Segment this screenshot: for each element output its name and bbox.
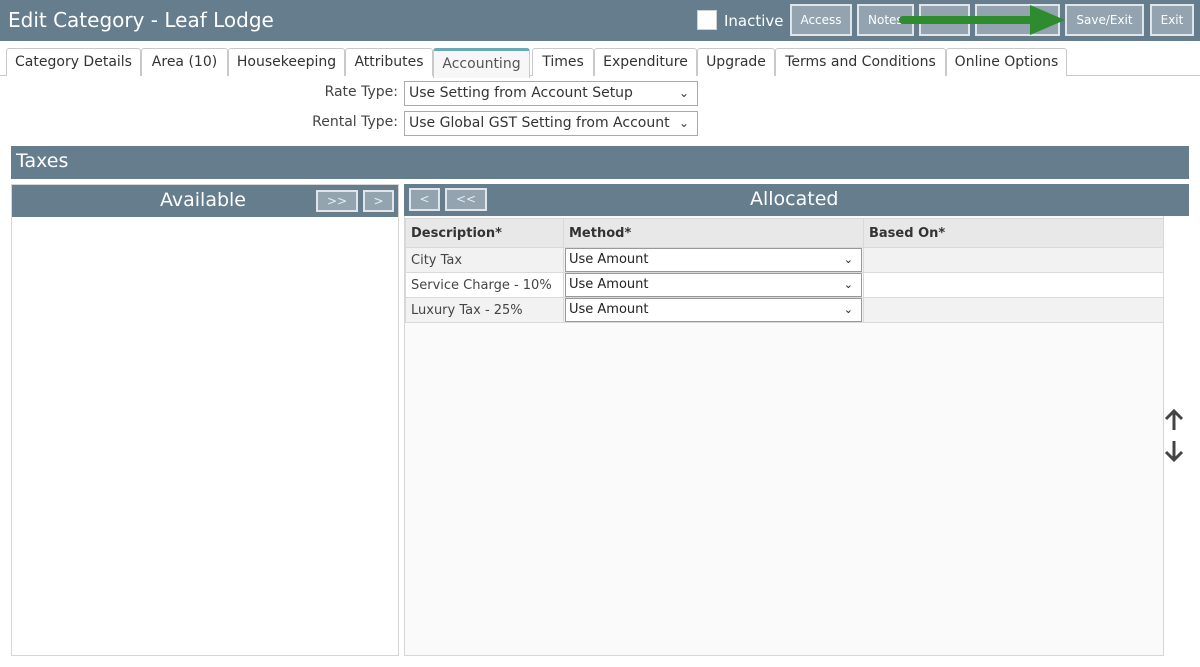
chevron-down-icon: ⌄ <box>676 112 689 134</box>
access-button[interactable]: Access <box>790 4 852 36</box>
method-cell: Use Amount ⌄ <box>563 297 864 323</box>
tab-accounting[interactable]: Accounting <box>433 48 530 78</box>
move-all-left-button[interactable]: << <box>445 188 487 211</box>
based-on-cell <box>863 247 1164 273</box>
table-header-row: Description* Method* Based On* <box>405 218 1164 248</box>
inactive-checkbox[interactable] <box>697 10 717 30</box>
method-select[interactable]: Use Amount ⌄ <box>565 298 862 322</box>
tab-category-details[interactable]: Category Details <box>6 48 141 76</box>
annotation-arrow-icon <box>899 5 1065 35</box>
tab-expenditure[interactable]: Expenditure <box>594 48 697 76</box>
method-cell: Use Amount ⌄ <box>563 272 864 298</box>
based-on-cell <box>863 272 1164 298</box>
available-panel: Available >> > <box>11 184 399 656</box>
chevron-down-icon: ⌄ <box>678 86 689 100</box>
tab-bar: Category Details Area (10) Housekeeping … <box>0 41 1200 78</box>
tab-times[interactable]: Times <box>532 48 594 76</box>
column-header-based-on: Based On* <box>863 218 1164 248</box>
allocated-taxes-table: Description* Method* Based On* City Tax … <box>405 218 1164 323</box>
tab-housekeeping[interactable]: Housekeeping <box>228 48 345 76</box>
method-value: Use Amount <box>569 277 649 292</box>
arrow-up-icon[interactable] <box>1163 408 1185 432</box>
rental-type-value: Use Global GST Setting from Account <box>409 115 670 131</box>
move-left-button[interactable]: < <box>409 188 440 211</box>
method-value: Use Amount <box>569 252 649 267</box>
move-right-button[interactable]: > <box>363 190 394 212</box>
rental-type-select[interactable]: Use Global GST Setting from Account ⌄ <box>404 111 698 136</box>
chevron-down-icon: ⌄ <box>843 303 853 316</box>
column-header-description: Description* <box>405 218 564 248</box>
tab-terms-and-conditions[interactable]: Terms and Conditions <box>775 48 946 76</box>
based-on-cell <box>863 297 1164 323</box>
taxes-section-header: Taxes <box>11 146 1189 179</box>
exit-button[interactable]: Exit <box>1150 4 1194 36</box>
allocated-title: Allocated <box>750 188 839 210</box>
tab-attributes[interactable]: Attributes <box>345 48 433 76</box>
rental-type-label: Rental Type: <box>312 114 398 130</box>
method-value: Use Amount <box>569 302 649 317</box>
table-row: Luxury Tax - 25% Use Amount ⌄ <box>405 297 1164 323</box>
method-select[interactable]: Use Amount ⌄ <box>565 248 862 272</box>
arrow-down-icon[interactable] <box>1163 439 1185 463</box>
inactive-label: Inactive <box>724 12 784 30</box>
rate-type-label: Rate Type: <box>324 84 398 100</box>
available-title: Available <box>160 189 247 211</box>
tab-online-options[interactable]: Online Options <box>946 48 1067 76</box>
method-select[interactable]: Use Amount ⌄ <box>565 273 862 297</box>
rate-type-value: Use Setting from Account Setup <box>409 85 633 101</box>
tax-description: Service Charge - 10% <box>405 272 564 298</box>
title-bar: Edit Category - Leaf Lodge Inactive Acce… <box>0 0 1200 41</box>
rate-type-select[interactable]: Use Setting from Account Setup ⌄ <box>404 81 698 106</box>
table-row: Service Charge - 10% Use Amount ⌄ <box>405 272 1164 298</box>
chevron-down-icon: ⌄ <box>843 278 853 291</box>
method-cell: Use Amount ⌄ <box>563 247 864 273</box>
save-exit-button[interactable]: Save/Exit <box>1065 4 1144 36</box>
chevron-down-icon: ⌄ <box>843 253 853 266</box>
column-header-method: Method* <box>563 218 864 248</box>
tab-area[interactable]: Area (10) <box>141 48 228 76</box>
tab-upgrade[interactable]: Upgrade <box>697 48 775 76</box>
tax-description: Luxury Tax - 25% <box>405 297 564 323</box>
table-row: City Tax Use Amount ⌄ <box>405 247 1164 273</box>
allocated-header: < << Allocated <box>404 184 1189 216</box>
page-title: Edit Category - Leaf Lodge <box>8 8 274 32</box>
tax-description: City Tax <box>405 247 564 273</box>
available-header: Available >> > <box>12 185 398 217</box>
move-all-right-button[interactable]: >> <box>316 190 358 212</box>
